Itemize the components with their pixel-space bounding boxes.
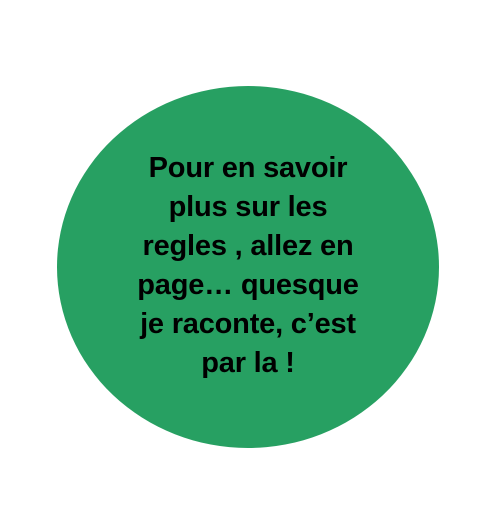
badge-line-1: Pour en savoir	[148, 152, 348, 184]
badge-line-3: regles , allez en	[142, 230, 354, 262]
badge-message: Pour en savoir plus sur les regles , all…	[113, 149, 383, 383]
badge-line-6: par la !	[201, 347, 295, 379]
green-circle-badge: Pour en savoir plus sur les regles , all…	[57, 86, 439, 448]
badge-line-2: plus sur les	[168, 191, 328, 223]
badge-line-4: page… quesque	[137, 269, 359, 301]
badge-line-5: je raconte, c’est	[140, 308, 356, 340]
page: Pour en savoir plus sur les regles , all…	[0, 0, 494, 505]
